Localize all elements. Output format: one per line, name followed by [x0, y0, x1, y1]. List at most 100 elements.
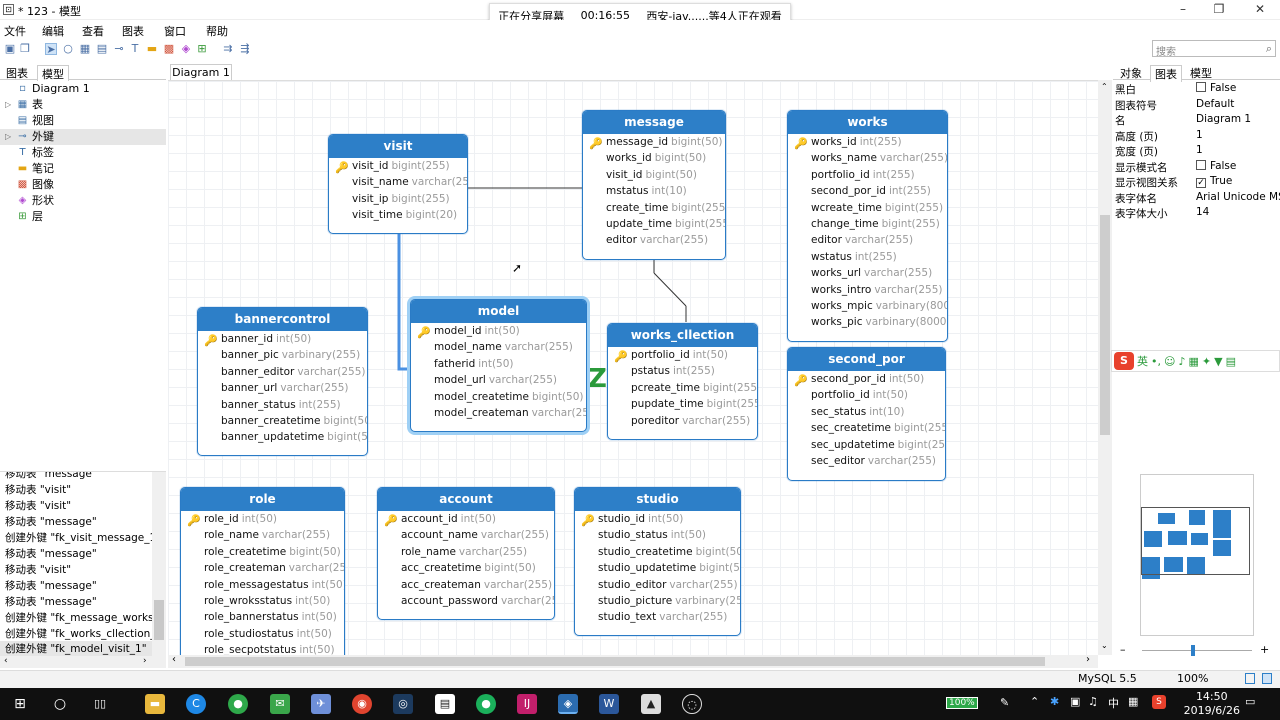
ime-mode[interactable]: 英 — [1137, 353, 1148, 369]
table-field[interactable]: sec_createtimebigint(255) — [788, 420, 945, 436]
zoom-slider[interactable]: – + — [1120, 643, 1270, 657]
table-field[interactable]: role_studiostatus int(50) — [181, 626, 344, 642]
table-field[interactable]: 🔑 portfolio_id int(50) — [608, 347, 757, 363]
arrange-icon[interactable]: ⇶ — [239, 43, 251, 55]
table-field[interactable]: role_createtime bigint(50) — [181, 544, 344, 560]
notepad-icon[interactable]: ▤ — [435, 694, 455, 714]
note-tool-icon[interactable]: ▬ — [146, 43, 158, 55]
table-field[interactable]: banner_createtimebigint(50) — [198, 413, 367, 429]
scroll-left-icon[interactable]: ‹ — [4, 656, 8, 666]
log-line[interactable]: 移动表 "message" — [5, 578, 97, 593]
log-line[interactable]: 移动表 "visit" — [5, 482, 71, 497]
log-line[interactable]: 创建外键 "fk_message_works_c — [5, 610, 165, 625]
app-c-icon[interactable]: C — [186, 694, 206, 714]
table-field[interactable]: acc_createtime bigint(50) — [378, 560, 554, 576]
app-bird-icon[interactable]: ✈ — [311, 694, 331, 714]
table-visit[interactable]: visit 🔑 visit_id bigint(255) visit_name varc… — [328, 134, 468, 234]
pen-icon[interactable]: ✎ — [1000, 696, 1009, 709]
table-field[interactable]: model_name varchar(255) — [411, 339, 586, 355]
log-scrollbar-thumb[interactable] — [154, 600, 164, 640]
table-tool-icon[interactable]: ▦ — [79, 43, 91, 55]
table-field[interactable]: banner_pic varbinary(255) — [198, 347, 367, 363]
log-line[interactable]: 移动表 "message" — [5, 472, 97, 481]
log-line[interactable]: 创建外键 "fk_model_visit_1" — [0, 641, 152, 656]
table-field[interactable]: update_timebigint(255) — [583, 216, 725, 232]
table-field[interactable]: pstatus int(255) — [608, 363, 757, 379]
table-field[interactable]: role_wroksstatus int(50) — [181, 593, 344, 609]
menu-file[interactable]: 文件 — [4, 23, 26, 39]
table-field[interactable]: visit_time bigint(20) — [329, 207, 467, 223]
save-icon[interactable]: ▣ — [4, 43, 16, 55]
tab-object[interactable]: 对象 — [1116, 65, 1146, 81]
table-field[interactable]: second_por_id int(255) — [788, 183, 947, 199]
table-field[interactable]: role_name varchar(255) — [181, 527, 344, 543]
close-icon[interactable]: ✕ — [1252, 2, 1268, 16]
prop-row[interactable]: 显示模式名 False — [1113, 159, 1280, 176]
punctuation-icon[interactable]: •, — [1151, 355, 1161, 368]
table-field[interactable]: 🔑 account_id int(50) — [378, 511, 554, 527]
tree-item-tables[interactable]: ▷ ▦ 表 — [0, 97, 166, 113]
log-line[interactable]: 创建外键 "fk_visit_message_1" — [5, 530, 161, 545]
table-studio[interactable]: studio 🔑 studio_id int(50) studio_status int… — [574, 487, 741, 636]
log-line[interactable]: 移动表 "message" — [5, 514, 97, 529]
table-field[interactable]: sec_status int(10) — [788, 404, 945, 420]
scroll-left-icon[interactable]: ‹ — [172, 654, 176, 665]
table-field[interactable]: role_createmanvarchar(255) — [181, 560, 344, 576]
table-field[interactable]: pcreate_time bigint(255) — [608, 380, 757, 396]
table-field[interactable]: visit_id bigint(50) — [583, 167, 725, 183]
navicat-icon[interactable]: ◈ — [558, 694, 578, 714]
bluetooth-icon[interactable]: ✱ — [1050, 695, 1059, 708]
scroll-down-icon[interactable]: ⌄ — [1101, 641, 1108, 650]
tray-up-icon[interactable]: ⌃ — [1030, 695, 1039, 708]
table-field[interactable]: studio_status int(50) — [575, 527, 740, 543]
table-field[interactable]: model_url varchar(255) — [411, 372, 586, 388]
table-field[interactable]: editor varchar(255) — [788, 232, 947, 248]
steam-icon[interactable]: ◎ — [393, 694, 413, 714]
minimap-viewport[interactable] — [1141, 507, 1250, 575]
table-field[interactable]: visit_ip bigint(255) — [329, 191, 467, 207]
left-panel-hscroll[interactable]: ‹ › — [0, 656, 166, 668]
table-field[interactable]: 🔑 role_id int(50) — [181, 511, 344, 527]
sogou-tray-icon[interactable]: S — [1152, 695, 1166, 709]
table-field[interactable]: pupdate_timebigint(255) — [608, 396, 757, 412]
table-field[interactable]: banner_status int(255) — [198, 397, 367, 413]
table-field[interactable]: studio_text varchar(255) — [575, 609, 740, 625]
microphone-icon[interactable]: ♪ — [1178, 355, 1185, 368]
table-field[interactable]: change_time bigint(255) — [788, 216, 947, 232]
tree-item-labels[interactable]: T 标签 — [0, 145, 166, 161]
tree-item-images[interactable]: ▩ 图像 — [0, 177, 166, 193]
file-explorer-icon[interactable]: ▬ — [145, 694, 165, 714]
prop-row[interactable]: 黑白 False — [1113, 82, 1280, 98]
prop-row[interactable]: 图表符号 Default — [1113, 98, 1280, 114]
view-mode-active-icon[interactable] — [1262, 673, 1272, 684]
table-field[interactable]: 🔑 second_por_id int(50) — [788, 371, 945, 387]
prop-row[interactable]: 宽度 (页) 1 — [1113, 144, 1280, 160]
table-field[interactable]: portfolio_id int(50) — [788, 387, 945, 403]
search-icon[interactable]: ○ — [50, 694, 70, 714]
table-field[interactable]: mstatus int(10) — [583, 183, 725, 199]
keyboard-icon[interactable]: ▦ — [1128, 695, 1138, 708]
view-mode-icon[interactable] — [1245, 673, 1255, 684]
table-field[interactable]: wcreate_time bigint(255) — [788, 200, 947, 216]
app-circle-icon[interactable]: ◌ — [682, 694, 702, 714]
tree-item-shapes[interactable]: ◈ 形状 — [0, 193, 166, 209]
table-field[interactable]: studio_updatetimebigint(50) — [575, 560, 740, 576]
table-model[interactable]: model 🔑 model_id int(50) model_name varchar(… — [410, 299, 587, 432]
image-tool-icon[interactable]: ▩ — [163, 43, 175, 55]
windows-start-icon[interactable]: ⊞ — [10, 694, 30, 714]
log-line[interactable]: 移动表 "message" — [5, 546, 97, 561]
table-field[interactable]: role_secpotstatus int(50) — [181, 642, 344, 655]
shirt-icon[interactable]: ▼ — [1214, 355, 1222, 368]
keyboard-icon[interactable]: ▦ — [1189, 355, 1199, 368]
scroll-right-icon[interactable]: › — [1086, 654, 1090, 665]
tree-item-diagram[interactable]: ▫ Diagram 1 — [0, 81, 166, 97]
notification-icon[interactable]: ▭ — [1245, 695, 1255, 708]
expand-icon[interactable]: ▷ — [5, 97, 11, 113]
table-works[interactable]: works 🔑 works_id int(255) works_name varchar… — [787, 110, 948, 342]
battery-icon[interactable]: 100% — [946, 697, 978, 709]
log-line[interactable]: 创建外键 "fk_works_cllection_m — [5, 626, 166, 641]
table-field[interactable]: studio_picturevarbinary(255) — [575, 593, 740, 609]
log-line[interactable]: 移动表 "message" — [5, 594, 97, 609]
table-field[interactable]: studio_createtimebigint(50) — [575, 544, 740, 560]
table-field[interactable]: 🔑 model_id int(50) — [411, 323, 586, 339]
